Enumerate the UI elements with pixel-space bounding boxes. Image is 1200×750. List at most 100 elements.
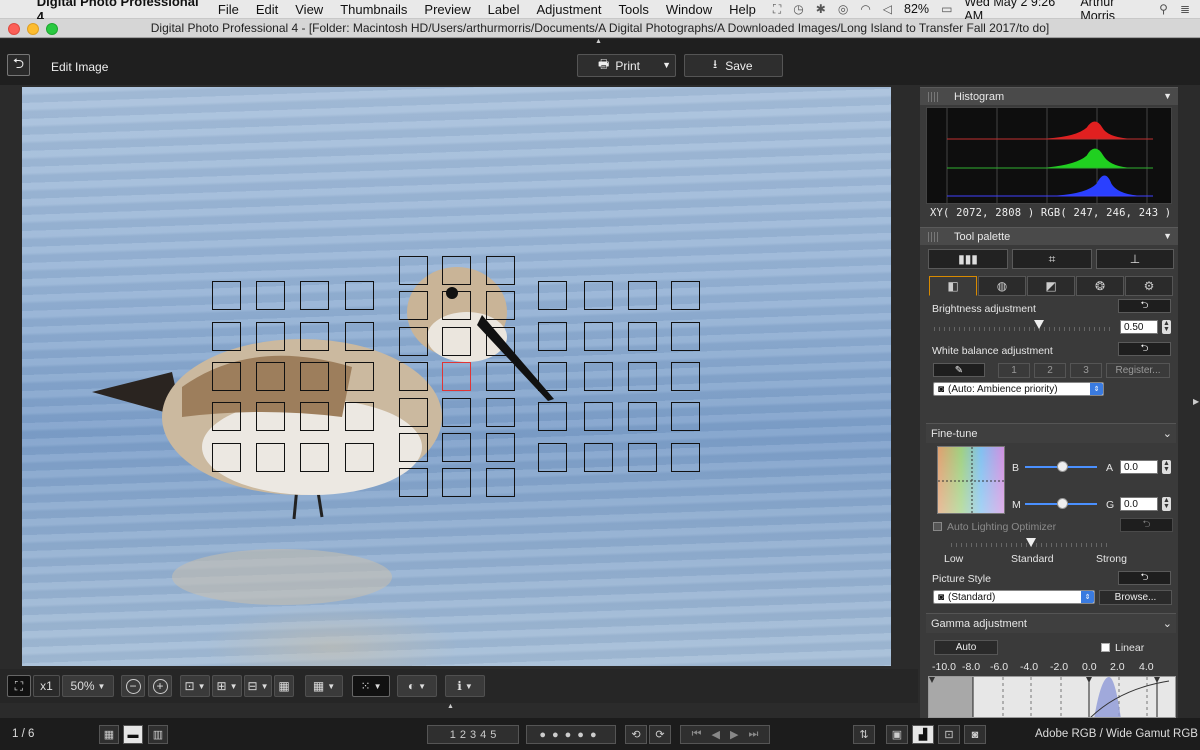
magnification-button[interactable]: x1 [33, 675, 60, 697]
g-value-field[interactable]: 0.0 [1120, 497, 1158, 511]
chevron-down-icon[interactable]: ▼ [1163, 91, 1172, 101]
histogram-header[interactable]: Histogram ▼ [920, 87, 1178, 105]
tool-palette-toggle-button[interactable]: ▣ [886, 725, 908, 744]
airplay-icon[interactable]: ◎ [838, 2, 848, 16]
alo-reset-button[interactable]: ⮌ [1120, 518, 1173, 532]
rotate-left-button[interactable]: ⟲ [625, 725, 647, 744]
first-image-icon[interactable]: ⏮ [692, 728, 702, 741]
wb-reset-button[interactable]: ⮌ [1118, 342, 1171, 356]
g-stepper[interactable]: ▲ ▼ [1162, 497, 1171, 511]
brightness-value-field[interactable]: 0.50 [1120, 320, 1158, 334]
double-chevron-icon[interactable]: ⌄ [1163, 617, 1172, 630]
print-button[interactable]: 🖶 Print ▼ [577, 54, 676, 77]
fit-to-window-button[interactable]: ⛶ [7, 675, 31, 697]
thumbnail-view-button[interactable]: ▦ [99, 725, 119, 744]
menu-edit[interactable]: Edit [256, 2, 278, 17]
rating-3[interactable]: 3 [470, 729, 476, 741]
rating-4[interactable]: 4 [480, 729, 486, 741]
browse-button[interactable]: Browse... [1099, 590, 1172, 605]
double-chevron-icon[interactable]: ⌄ [1163, 427, 1172, 440]
menu-adjustment[interactable]: Adjustment [536, 2, 601, 17]
a-value-field[interactable]: 0.0 [1120, 460, 1158, 474]
volume-icon[interactable]: ◁ [883, 2, 892, 16]
tab-tone[interactable]: ◍ [978, 276, 1026, 296]
stamp-tool-button[interactable]: ⊥ [1096, 249, 1174, 269]
info-button[interactable]: ℹ ▼ [445, 675, 485, 697]
bluetooth-icon[interactable]: ✱ [816, 2, 826, 16]
wb-register-button[interactable]: Register... [1106, 363, 1170, 378]
wb-eyedropper-button[interactable]: ✎ [933, 363, 985, 377]
previous-image-icon[interactable]: ◀ [712, 728, 720, 741]
histogram-toggle-button[interactable]: ▟ [912, 725, 934, 744]
menu-window[interactable]: Window [666, 2, 712, 17]
picture-style-select[interactable]: ◙ (Standard) ⇕ [933, 590, 1095, 604]
wifi-icon[interactable]: ◠ [860, 2, 870, 16]
wb-preset-3-button[interactable]: 3 [1070, 363, 1102, 378]
camera-info-button[interactable]: ◙ [964, 725, 986, 744]
last-image-icon[interactable]: ⏭ [748, 728, 758, 741]
a-stepper[interactable]: ▲ ▼ [1162, 460, 1171, 474]
back-button[interactable]: ⮌ [7, 54, 30, 76]
menu-file[interactable]: File [218, 2, 239, 17]
list-view-button[interactable]: ▥ [148, 725, 168, 744]
tab-color[interactable]: ❂ [1076, 276, 1124, 296]
layout-button[interactable]: ▦ ▼ [305, 675, 343, 697]
drag-handle-icon[interactable] [928, 232, 938, 242]
gamma-header[interactable]: Gamma adjustment ⌄ [926, 613, 1176, 633]
navigation-buttons[interactable]: ⏮ ◀ ▶ ⏭ [680, 725, 770, 744]
rating-5[interactable]: 5 [490, 729, 496, 741]
alo-checkbox[interactable] [933, 522, 942, 531]
fine-tune-header[interactable]: Fine-tune ⌄ [926, 423, 1176, 443]
collapse-filmstrip-icon[interactable]: ▲ [447, 703, 454, 710]
highlight-warning-button[interactable]: ▦ [274, 675, 294, 697]
notification-center-icon[interactable]: ≣ [1180, 2, 1190, 16]
zoom-in-button[interactable]: + [148, 675, 172, 697]
zoom-window-button[interactable] [46, 23, 58, 35]
tab-basic[interactable]: ◧ [929, 276, 977, 296]
menu-thumbnails[interactable]: Thumbnails [340, 2, 407, 17]
crop-tool-button[interactable]: ⌗ [1012, 249, 1092, 269]
rotate-right-button[interactable]: ⟳ [649, 725, 671, 744]
brightness-stepper[interactable]: ▲ ▼ [1162, 320, 1171, 334]
wb-preset-1-button[interactable]: 1 [998, 363, 1030, 378]
next-image-icon[interactable]: ▶ [730, 728, 738, 741]
wb-preset-2-button[interactable]: 2 [1034, 363, 1066, 378]
zoom-out-button[interactable]: − [121, 675, 145, 697]
af-frame-button[interactable]: ⁙ ▼ [352, 675, 390, 697]
zoom-select[interactable]: 50% ▼ [62, 675, 114, 697]
af-point-display-button[interactable]: ⊡ ▼ [180, 675, 210, 697]
tool-palette-header[interactable]: Tool palette ▼ [920, 227, 1178, 245]
expand-panel-icon[interactable]: ▶ [1193, 397, 1199, 406]
tab-settings[interactable]: ⚙ [1125, 276, 1173, 296]
adjust-tool-button[interactable]: ▮▮▮ [928, 249, 1008, 269]
compare-display-button[interactable]: ⊟ ▼ [244, 675, 272, 697]
sort-button[interactable]: ⇅ [853, 725, 875, 744]
collapse-toolbar-icon[interactable]: ▲ [595, 38, 602, 45]
tab-curve[interactable]: ◩ [1027, 276, 1075, 296]
chevron-down-icon[interactable]: ▼ [1163, 231, 1172, 241]
menu-label[interactable]: Label [488, 2, 520, 17]
gamma-auto-button[interactable]: Auto [934, 640, 998, 655]
ba-slider-thumb[interactable] [1057, 461, 1068, 472]
alo-slider-thumb[interactable] [1026, 538, 1036, 547]
grid-display-button[interactable]: ⊞ ▼ [212, 675, 242, 697]
menu-preview[interactable]: Preview [424, 2, 470, 17]
check-mark-buttons[interactable]: ●●●●● [526, 725, 616, 744]
rating-2[interactable]: 2 [460, 729, 466, 741]
rating-buttons[interactable]: 1 2 3 4 5 [427, 725, 519, 744]
time-machine-icon[interactable]: ◷ [793, 2, 803, 16]
picture-style-reset-button[interactable]: ⮌ [1118, 571, 1171, 585]
image-preview[interactable] [22, 87, 891, 666]
menu-help[interactable]: Help [729, 2, 756, 17]
minimize-window-button[interactable] [27, 23, 39, 35]
menu-view[interactable]: View [295, 2, 323, 17]
navigator-toggle-button[interactable]: ⊡ [938, 725, 960, 744]
close-window-button[interactable] [8, 23, 20, 35]
spotlight-search-icon[interactable]: ⚲ [1159, 2, 1168, 16]
chevron-down-icon[interactable]: ▼ [662, 60, 671, 70]
save-button[interactable]: ⭳ Save [684, 54, 783, 77]
brightness-reset-button[interactable]: ⮌ [1118, 299, 1171, 313]
color-wheel-pad[interactable] [937, 446, 1006, 515]
drag-handle-icon[interactable] [928, 92, 938, 102]
binoculars-icon[interactable]: ⛶ [773, 2, 781, 17]
